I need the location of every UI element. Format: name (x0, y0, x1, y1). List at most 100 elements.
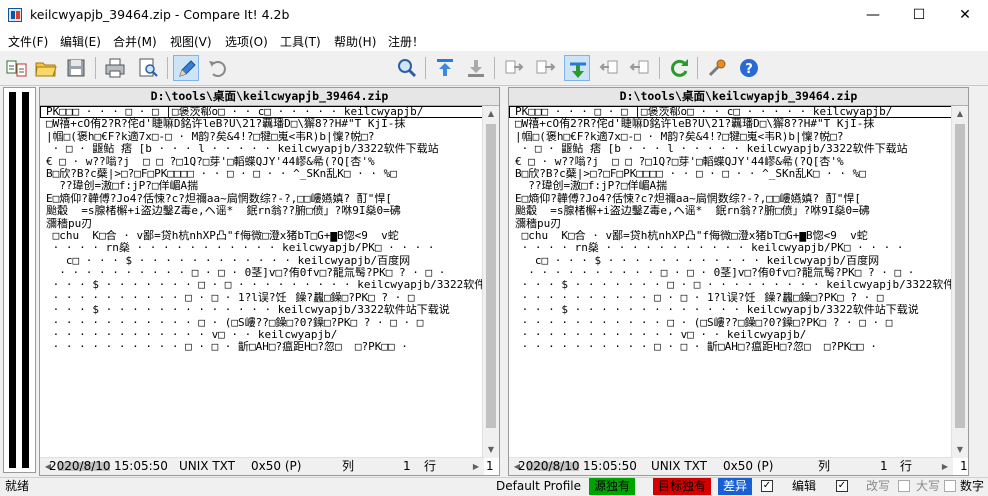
undo-icon[interactable] (205, 55, 231, 81)
text-line[interactable]: · · · · · · · · · · · · v□ · · keilcwyap… (40, 329, 484, 341)
column-value: 1 (403, 459, 411, 473)
left-vertical-scrollbar[interactable]: ▲ ▼ (482, 106, 499, 458)
text-line[interactable]: c□ · · · $ · · · · · · · · · · · · keilc… (40, 255, 484, 267)
menu-tools[interactable]: 工具(T) (280, 33, 321, 50)
copy-to-left-icon[interactable] (595, 55, 621, 81)
text-line[interactable]: · · · · · · · · · · □ · □ · 1?l误?饪鐰?蠿□鐰… (40, 292, 484, 304)
text-line[interactable]: · □ · 鼴鲇 痞 [b · · · l · · · · · keilcwya… (509, 143, 953, 155)
text-line[interactable]: PK□□□ · · · □ · □ |□褒茨郗o□ · · c□ · · · ·… (40, 106, 484, 119)
help-icon[interactable]: ? (736, 55, 762, 81)
print-icon[interactable] (102, 55, 128, 81)
text-line[interactable]: · · · · · · · · · · · · v□ · · keilcwyap… (509, 329, 953, 341)
minimize-button[interactable]: — (850, 0, 896, 31)
text-line[interactable]: E□熵仰?韡傅?Jo4?佸悚?c?炟禰aa~扃惘数综?-?,□□嶁嬿嫃? 酊"悍… (509, 193, 953, 205)
text-line[interactable]: · · · $ · · · · · · · · · · · · · keilcw… (509, 304, 953, 316)
caps-checkbox[interactable] (944, 480, 956, 492)
compare-files-icon[interactable] (4, 55, 30, 81)
diff-checkbox[interactable]: ✓ (761, 480, 773, 492)
text-line[interactable]: PK□□□ · · · □ · □ |□褒茨郗o□ · · c□ · · · ·… (509, 106, 953, 119)
text-line[interactable]: 颱觳 =s腺楮檞+i盗边鑿Z毒e,ヘ谣* 鈱rn翁??腑□偾」?咻9I燊0=砩 (509, 205, 953, 217)
maximize-button[interactable]: ☐ (896, 0, 942, 31)
status-num: 数字 (960, 479, 985, 493)
scroll-down-icon[interactable]: ▼ (483, 442, 499, 458)
scroll-up-icon[interactable]: ▲ (483, 106, 499, 122)
edit-checkbox[interactable]: ✓ (836, 480, 848, 492)
text-line[interactable]: · □ · 鼴鲇 痞 [b · · · l · · · · · keilcwya… (40, 143, 484, 155)
text-line[interactable]: · · · · · · · · · · □ · □ · 0茎]v□?侑0fv□?… (40, 267, 484, 279)
menu-merge[interactable]: 合并(M) (113, 33, 157, 50)
scroll-down-icon[interactable]: ▼ (952, 442, 968, 458)
search-icon[interactable] (394, 55, 420, 81)
text-line[interactable]: |帼□(褒h□€F?k適7x□-□ · M韵?矣&4!?□犍□嵬<韦R)b|懍?… (40, 131, 484, 143)
copy-to-right-all-icon[interactable] (533, 55, 559, 81)
menu-help[interactable]: 帮助(H) (334, 33, 376, 50)
file-date: 2020/8/10 (49, 459, 111, 473)
overview-right-bar (22, 92, 29, 468)
status-edit: 编辑 (792, 479, 817, 493)
text-line[interactable]: B□欣?B?c蘗|>□?□F□PK□□□□ · · □ · □ · · ^_SK… (40, 168, 484, 180)
text-line[interactable]: ??瑋创=滶□f:jP?□佯嵋A揣 (509, 180, 953, 192)
text-line[interactable]: · · · · · · · · · · □ · □ · 0茎]v□?侑0fv□?… (509, 267, 953, 279)
text-line[interactable]: 颱觳 =s腺楮檞+i盗边鑿Z毒e,ヘ谣* 鈱rn翁??腑□偾」?咻9I燊0=砩 (40, 205, 484, 217)
difference-overview[interactable] (3, 87, 36, 473)
text-line[interactable]: · · · · · · · · · · · □ · (□S嶁??□鐰□?0?鐰□… (40, 317, 484, 329)
text-line[interactable]: · · · $ · · · · · · · · · · · · · keilcw… (40, 304, 484, 316)
text-line[interactable]: · · · · · · · · · · □ · □ · 齗□AH□?瘟距H□?忽… (40, 341, 484, 353)
text-line[interactable]: □chu K□合 · v鄙=贷h杭nhXP凸"f侮微□澄x猪bT□G+▆B惚<9… (40, 230, 484, 242)
print-preview-icon[interactable] (135, 55, 161, 81)
edit-pen-icon[interactable] (173, 55, 199, 81)
refresh-icon[interactable] (666, 55, 692, 81)
text-line[interactable]: 瀰穡pu刃 (40, 218, 484, 230)
first-difference-icon[interactable] (432, 55, 458, 81)
left-pane: D:\tools\桌面\keilcwyapjb_39464.zip PK□□□ … (39, 87, 500, 476)
next-difference-icon[interactable] (564, 55, 590, 81)
text-line[interactable]: € □ · w??嗡?j □ □ ?□1Q?□芽'□轁蝶QJY'44嵺&㣇(?Q… (40, 156, 484, 168)
file-format: UNIX TXT (179, 459, 236, 473)
right-vertical-scrollbar[interactable]: ▲ ▼ (951, 106, 968, 458)
right-pane: D:\tools\桌面\keilcwyapjb_39464.zip PK□□□ … (508, 87, 969, 476)
app-icon (8, 8, 22, 22)
text-line[interactable]: · · · · · · · · · · □ · □ · 1?l误?饪鐰?蠿□鐰… (509, 292, 953, 304)
close-button[interactable]: ✕ (942, 0, 988, 31)
save-icon[interactable] (63, 55, 89, 81)
scroll-thumb[interactable] (486, 124, 496, 428)
text-line[interactable]: · · · $ · · · · · · · □ · □ · · · · · · … (509, 279, 953, 291)
text-line[interactable]: · · · · rn燊 · · · · · · · · · · · keilcw… (40, 242, 484, 254)
menu-bar: 文件(F) 编辑(E) 合并(M) 视图(V) 选项(O) 工具(T) 帮助(H… (0, 31, 988, 51)
text-line[interactable]: ??瑋创=滶□f:jP?□佯嵋A揣 (40, 180, 484, 192)
scroll-thumb[interactable] (955, 124, 965, 428)
scroll-up-icon[interactable]: ▲ (952, 106, 968, 122)
text-line[interactable]: · · · · · · · · · · · □ · (□S嶁??□鐰□?0?鐰□… (509, 317, 953, 329)
last-difference-icon[interactable] (463, 55, 489, 81)
rewrite-checkbox[interactable] (898, 480, 910, 492)
toolbar: ▼ ? (0, 51, 988, 129)
text-line[interactable]: · · · · · · · · · · □ · □ · 齗□AH□?瘟距H□?忽… (509, 341, 953, 353)
menu-register[interactable]: 注册！ (388, 33, 424, 50)
left-pane-header: D:\tools\桌面\keilcwyapjb_39464.zip (40, 88, 499, 106)
right-pane-text[interactable]: PK□□□ · · · □ · □ |□褒茨郗o□ · · c□ · · · ·… (509, 106, 953, 440)
menu-file[interactable]: 文件(F) (8, 33, 48, 50)
column-label: 列 (818, 459, 831, 473)
settings-tools-icon[interactable] (704, 55, 730, 81)
text-line[interactable]: □chu K□合 · v鄙=贷h杭nhXP凸"f侮微□澄x猪bT□G+▆B惚<9… (509, 230, 953, 242)
text-line[interactable]: 瀰穡pu刃 (509, 218, 953, 230)
file-time: 15:05:50 (583, 459, 637, 473)
file-format: UNIX TXT (651, 459, 708, 473)
status-profile: Default Profile (496, 479, 581, 493)
copy-to-right-icon[interactable] (502, 55, 528, 81)
text-line[interactable]: B□欣?B?c蘗|>□?□F□PK□□□□ · · □ · □ · · ^_SK… (509, 168, 953, 180)
text-line[interactable]: · · · · rn燊 · · · · · · · · · · · keilcw… (509, 242, 953, 254)
text-line[interactable]: □W禧+cO侑2?R?侘d'睫嘛D銘许leB?U\21?覊璠D□\獬8??H#"… (40, 118, 484, 130)
text-line[interactable]: |帼□(褒h□€F?k適7x□-□ · M韵?矣&4!?□犍□嵬<韦R)b|懍?… (509, 131, 953, 143)
text-line[interactable]: E□熵仰?韡傅?Jo4?佸悚?c?炟禰aa~扃惘数综?-?,□□嶁嬿嫃? 酊"悍… (40, 193, 484, 205)
text-line[interactable]: · · · $ · · · · · · · □ · □ · · · · · · … (40, 279, 484, 291)
left-pane-text[interactable]: PK□□□ · · · □ · □ |□褒茨郗o□ · · c□ · · · ·… (40, 106, 484, 440)
text-line[interactable]: c□ · · · $ · · · · · · · · · · · · keilc… (509, 255, 953, 267)
menu-view[interactable]: 视图(V) (170, 33, 212, 50)
text-line[interactable]: □W禧+cO侑2?R?侘d'睫嘛D銘许leB?U\21?覊璠D□\獬8??H#"… (509, 118, 953, 130)
text-line[interactable]: € □ · w??嗡?j □ □ ?□1Q?□芽'□轁蝶QJY'44嵺&㣇(?Q… (509, 156, 953, 168)
menu-edit[interactable]: 编辑(E) (60, 33, 101, 50)
open-folder-icon[interactable] (33, 55, 59, 81)
menu-options[interactable]: 选项(O) (225, 33, 268, 50)
copy-to-left-all-icon[interactable] (626, 55, 652, 81)
